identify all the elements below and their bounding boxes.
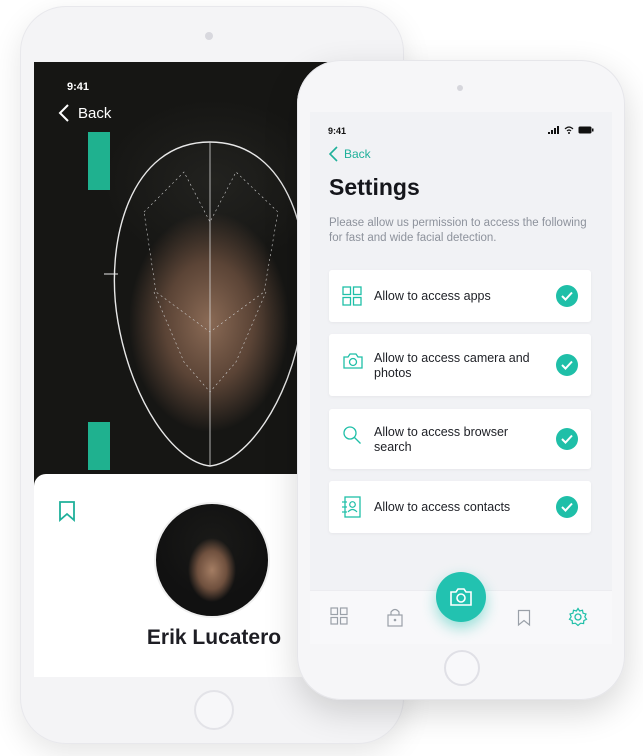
status-bar: 9:41: [328, 126, 594, 138]
permission-browser-search[interactable]: Allow to access browser search: [329, 409, 591, 469]
bookmark-icon[interactable]: [517, 609, 531, 627]
status-time: 9:41: [67, 81, 90, 93]
back-label: Back: [78, 104, 112, 122]
contacts-icon: [342, 496, 361, 518]
permission-label: Allow to access camera and photos: [374, 351, 530, 380]
search-icon: [343, 426, 361, 444]
signal-icon: [548, 126, 559, 134]
wifi-icon: [564, 126, 574, 134]
check-icon: [561, 502, 573, 512]
camera-icon: [450, 588, 472, 606]
back-button[interactable]: Back: [58, 103, 111, 123]
status-time: 9:41: [328, 126, 347, 136]
grid-icon[interactable]: [330, 607, 348, 625]
permission-apps[interactable]: Allow to access apps: [329, 270, 591, 322]
gear-icon[interactable]: [568, 607, 588, 627]
speaker: [205, 32, 213, 40]
back-label: Back: [344, 147, 371, 161]
back-button[interactable]: Back: [329, 146, 371, 162]
battery-icon: [578, 126, 594, 134]
home-button[interactable]: [444, 650, 480, 686]
checkmark-toggle[interactable]: [556, 496, 578, 518]
settings-screen: 9:41 Back Settings Please allow us permi…: [310, 112, 612, 644]
grid-icon: [342, 286, 362, 306]
checkmark-toggle[interactable]: [556, 354, 578, 376]
capture-button[interactable]: [436, 572, 486, 622]
permission-camera[interactable]: Allow to access camera and photos: [329, 334, 591, 396]
bookmark-icon[interactable]: [58, 500, 76, 522]
camera-icon: [343, 353, 363, 369]
permission-label: Allow to access apps: [374, 289, 491, 303]
checkmark-toggle[interactable]: [556, 285, 578, 307]
chevron-left-icon: [329, 146, 338, 162]
checkmark-toggle[interactable]: [556, 428, 578, 450]
lock-icon[interactable]: [387, 607, 403, 627]
home-button[interactable]: [194, 690, 234, 730]
page-title: Settings: [329, 174, 420, 200]
chevron-left-icon: [58, 104, 69, 122]
check-icon: [561, 434, 573, 444]
page-description: Please allow us permission to access the…: [329, 217, 587, 244]
speaker: [457, 85, 463, 91]
check-icon: [561, 360, 573, 370]
avatar: [154, 502, 270, 618]
permission-contacts[interactable]: Allow to access contacts: [329, 481, 591, 533]
check-icon: [561, 291, 573, 301]
front-phone: 9:41 Back Settings Please allow us permi…: [297, 60, 625, 700]
permission-label: Allow to access browser search: [374, 425, 509, 454]
permission-label: Allow to access contacts: [374, 500, 511, 514]
